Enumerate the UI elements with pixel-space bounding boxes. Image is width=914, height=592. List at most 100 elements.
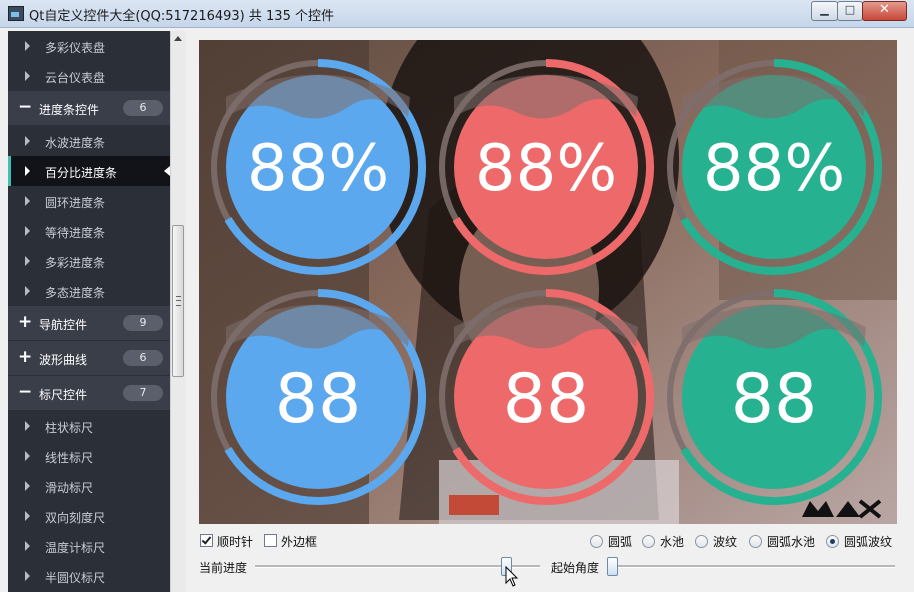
chevron-right-icon xyxy=(25,71,30,81)
maximize-button[interactable]: □ xyxy=(837,1,863,21)
style-arc-label[interactable]: 圆弧 xyxy=(608,533,632,550)
style-wave-label[interactable]: 波纹 xyxy=(713,533,737,550)
outer-border-label[interactable]: 外边框 xyxy=(281,533,317,550)
expand-icon: + xyxy=(18,347,33,367)
sidebar-item-ring-progress[interactable]: 圆环进度条 xyxy=(8,186,170,216)
sidebar-item-label: 滑动标尺 xyxy=(45,481,94,495)
chevron-right-icon xyxy=(25,511,30,521)
sidebar-item-label: 水波进度条 xyxy=(45,136,106,150)
mouse-cursor-icon xyxy=(505,566,519,587)
style-pool-radio[interactable] xyxy=(642,535,655,548)
sidebar-item-ptz-gauge[interactable]: 云台仪表盘 xyxy=(8,61,170,91)
sidebar-group-wave[interactable]: + 波形曲线 6 xyxy=(8,341,170,375)
chevron-right-icon xyxy=(25,256,30,266)
gauge-graphic: 88% xyxy=(211,59,426,275)
percent-gauge: 88 xyxy=(436,287,656,507)
sidebar-item-label: 多彩进度条 xyxy=(45,256,106,270)
style-arc-wave-radio[interactable] xyxy=(826,535,839,548)
watermark-logo xyxy=(800,497,882,519)
expand-icon: + xyxy=(18,312,33,332)
sidebar-group-label: 导航控件 xyxy=(39,318,88,332)
sidebar-group-label: 标尺控件 xyxy=(39,388,88,402)
gauge-graphic: 88% xyxy=(667,59,882,275)
gauge-value-text: 88% xyxy=(703,132,845,206)
outer-border-checkbox[interactable] xyxy=(264,534,277,547)
chevron-right-icon xyxy=(25,451,30,461)
scroll-up-icon[interactable] xyxy=(174,36,182,41)
sidebar-item-percent-progress[interactable]: 百分比进度条 xyxy=(8,156,170,186)
gauge-value-text: 88% xyxy=(247,132,389,206)
sidebar-group-label: 进度条控件 xyxy=(39,103,100,117)
sidebar-item-linear-ruler[interactable]: 线性标尺 xyxy=(8,441,170,471)
sidebar-item-label: 线性标尺 xyxy=(45,451,94,465)
style-arc-pool-label[interactable]: 圆弧水池 xyxy=(767,533,815,550)
start-angle-label: 起始角度 xyxy=(551,561,600,575)
gauge-value-text: 88 xyxy=(275,360,362,439)
sidebar-item-multi-progress[interactable]: 多态进度条 xyxy=(8,276,170,306)
sidebar-nav: 多彩仪表盘 云台仪表盘 − 进度条控件 6 水波进度条 百分比进度条 圆环进度条… xyxy=(8,31,170,592)
title-bar: Qt自定义控件大全(QQ:517216493) 共 135 个控件 ▁ □ ✕ xyxy=(0,0,914,28)
sidebar-item-colorful-gauge[interactable]: 多彩仪表盘 xyxy=(8,31,170,61)
chevron-right-icon xyxy=(25,136,30,146)
start-angle-slider-thumb[interactable] xyxy=(607,557,618,576)
count-badge: 6 xyxy=(123,100,163,116)
chevron-right-icon xyxy=(25,541,30,551)
sidebar-item-label: 云台仪表盘 xyxy=(45,71,106,85)
count-badge: 7 xyxy=(123,385,163,401)
sidebar-group-label: 波形曲线 xyxy=(39,353,88,367)
app-icon xyxy=(8,6,24,21)
style-pool-label[interactable]: 水池 xyxy=(660,533,684,550)
minimize-button[interactable]: ▁ xyxy=(811,1,838,21)
sidebar-item-label: 多彩仪表盘 xyxy=(45,41,106,55)
sidebar-item-color-progress[interactable]: 多彩进度条 xyxy=(8,246,170,276)
count-badge: 9 xyxy=(123,315,163,331)
sidebar-item-label: 多态进度条 xyxy=(45,286,106,300)
chevron-right-icon xyxy=(25,41,30,51)
gauge-graphic: 88 xyxy=(439,289,654,505)
sidebar-group-progress[interactable]: − 进度条控件 6 xyxy=(8,91,170,125)
sidebar-scrollbar[interactable] xyxy=(170,31,186,592)
clockwise-checkbox[interactable] xyxy=(200,534,213,547)
sidebar-item-label: 半圆仪标尺 xyxy=(45,571,106,585)
sidebar-item-semicircle-ruler[interactable]: 半圆仪标尺 xyxy=(8,561,170,591)
chevron-right-icon xyxy=(25,226,30,236)
clockwise-label[interactable]: 顺时针 xyxy=(217,533,253,550)
gauge-graphic: 88 xyxy=(667,289,882,505)
sidebar-group-ruler[interactable]: − 标尺控件 7 xyxy=(8,376,170,410)
sidebar-item-label: 等待进度条 xyxy=(45,226,106,240)
sidebar-item-wait-progress[interactable]: 等待进度条 xyxy=(8,216,170,246)
gauge-value-text: 88% xyxy=(475,132,617,206)
sidebar-item-label: 圆环进度条 xyxy=(45,196,106,210)
close-button[interactable]: ✕ xyxy=(862,1,907,21)
sidebar-item-dual-ruler[interactable]: 双向刻度尺 xyxy=(8,501,170,531)
chevron-right-icon xyxy=(25,571,30,581)
sidebar-item-label: 柱状标尺 xyxy=(45,421,94,435)
gauge-value-text: 88 xyxy=(731,360,818,439)
collapse-icon: − xyxy=(18,97,33,117)
gauge-graphic: 88 xyxy=(211,289,426,505)
sidebar-group-navigation[interactable]: + 导航控件 9 xyxy=(8,306,170,340)
sidebar-item-bar-ruler[interactable]: 柱状标尺 xyxy=(8,411,170,441)
style-arc-pool-radio[interactable] xyxy=(749,535,762,548)
gauge-graphic: 88% xyxy=(439,59,654,275)
chevron-right-icon xyxy=(25,196,30,206)
start-angle-slider[interactable] xyxy=(607,565,895,568)
current-progress-slider[interactable] xyxy=(255,565,540,568)
sidebar-item-wave-progress[interactable]: 水波进度条 xyxy=(8,126,170,156)
style-wave-radio[interactable] xyxy=(695,535,708,548)
sidebar-item-slide-ruler[interactable]: 滑动标尺 xyxy=(8,471,170,501)
sidebar-item-thermometer-ruler[interactable]: 温度计标尺 xyxy=(8,531,170,561)
sidebar-item-label: 百分比进度条 xyxy=(45,166,118,180)
percent-gauge: 88% xyxy=(436,57,656,277)
percent-gauge: 88 xyxy=(664,287,884,507)
collapse-icon: − xyxy=(18,382,33,402)
gauge-value-text: 88 xyxy=(503,360,590,439)
percent-gauge: 88% xyxy=(664,57,884,277)
selection-indicator xyxy=(8,156,11,186)
percent-gauge: 88% xyxy=(208,57,428,277)
sidebar-item-label: 双向刻度尺 xyxy=(45,511,106,525)
grip-icon xyxy=(176,296,181,306)
scrollbar-thumb[interactable] xyxy=(172,225,184,377)
style-arc-radio[interactable] xyxy=(590,535,603,548)
style-arc-wave-label[interactable]: 圆弧波纹 xyxy=(844,533,892,550)
